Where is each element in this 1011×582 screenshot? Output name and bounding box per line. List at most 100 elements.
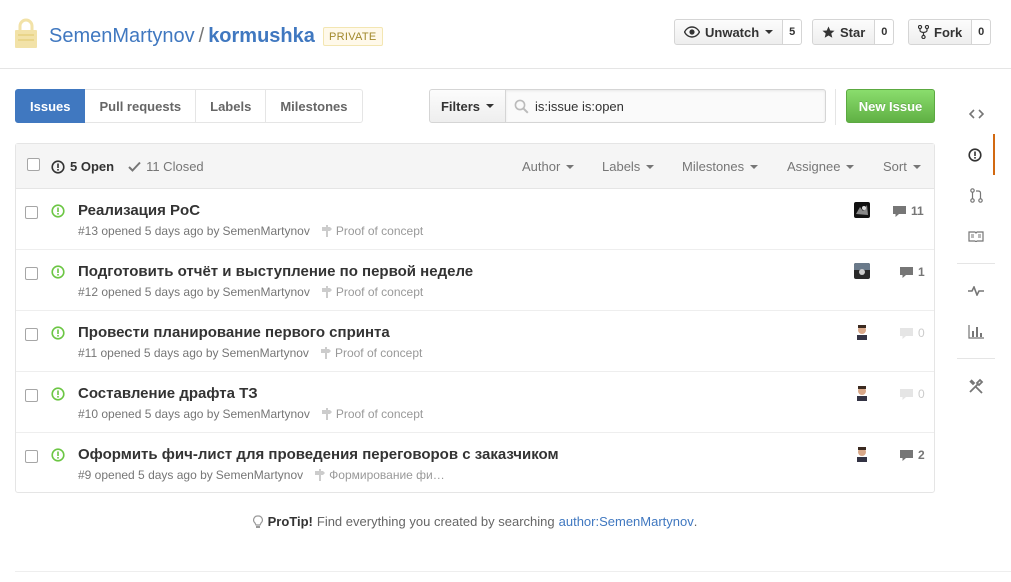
issue-opened-icon xyxy=(51,265,65,279)
eye-icon xyxy=(684,26,700,38)
issue-meta: #9 opened 5 days ago by SemenMartynov Фо… xyxy=(78,468,445,482)
unwatch-button[interactable]: Unwatch xyxy=(674,19,784,45)
issue-checkbox[interactable] xyxy=(25,328,38,341)
labels-filter[interactable]: Labels xyxy=(602,159,655,174)
graph-icon xyxy=(968,324,984,339)
sidenav-wiki[interactable] xyxy=(957,216,995,257)
issue-milestone-link[interactable]: Proof of concept xyxy=(321,407,424,421)
issue-checkbox[interactable] xyxy=(25,206,38,219)
issue-checkbox[interactable] xyxy=(25,267,38,280)
filters-button[interactable]: Filters xyxy=(429,89,506,123)
light-bulb-icon xyxy=(252,514,263,528)
repo-name-link[interactable]: kormushka xyxy=(208,25,315,47)
issue-opened-info: #13 opened 5 days ago by xyxy=(78,224,220,238)
sidenav-pull-requests[interactable] xyxy=(957,175,995,216)
repo-separator: / xyxy=(198,25,205,47)
issue-author-link[interactable]: SemenMartynov xyxy=(222,407,309,421)
repo-owner-link[interactable]: SemenMartynov xyxy=(49,25,195,47)
issue-title-link[interactable]: Реализация PoC xyxy=(78,202,200,219)
issue-opened-icon xyxy=(51,326,65,340)
sort-filter-label: Sort xyxy=(883,159,907,174)
author-filter[interactable]: Author xyxy=(522,159,575,174)
assignee-filter-label: Assignee xyxy=(787,159,841,174)
fork-count[interactable]: 0 xyxy=(972,19,992,45)
fork-icon xyxy=(918,25,929,39)
assignee-avatar[interactable] xyxy=(854,263,870,279)
star-group: Star 0 xyxy=(812,19,895,45)
sidenav-code[interactable] xyxy=(957,93,995,134)
sidenav-issues[interactable] xyxy=(957,134,995,175)
chevron-down-icon xyxy=(486,104,494,108)
issue-meta: #12 opened 5 days ago by SemenMartynov P… xyxy=(78,285,423,299)
comments-link[interactable]: 0 xyxy=(899,326,925,340)
issue-row: Оформить фич-лист для проведения перегов… xyxy=(16,433,934,494)
issue-title-link[interactable]: Подготовить отчёт и выступление по перво… xyxy=(78,263,473,280)
issue-milestone-label: Proof of concept xyxy=(335,407,424,421)
assignee-avatar[interactable] xyxy=(854,385,870,401)
assignee-avatar[interactable] xyxy=(854,324,870,340)
repo-sidenav xyxy=(957,93,995,406)
open-count-label: 5 Open xyxy=(70,159,115,174)
toolbar-divider xyxy=(835,89,836,125)
issue-checkbox[interactable] xyxy=(25,450,38,463)
issue-checkbox[interactable] xyxy=(25,389,38,402)
private-badge: PRIVATE xyxy=(323,27,383,46)
issue-opened-info: #12 opened 5 days ago by xyxy=(78,285,220,299)
assignee-filter[interactable]: Assignee xyxy=(787,159,855,174)
select-all-checkbox[interactable] xyxy=(27,158,40,171)
issue-meta: #10 opened 5 days ago by SemenMartynov P… xyxy=(78,407,423,421)
issue-search-input[interactable] xyxy=(535,90,820,122)
issue-author-link[interactable]: SemenMartynov xyxy=(222,346,309,360)
watch-count[interactable]: 5 xyxy=(783,19,803,45)
issues-table-header: 5 Open 11 Closed Author Labels Milestone… xyxy=(16,144,934,189)
comments-link[interactable]: 2 xyxy=(899,448,925,462)
star-icon xyxy=(822,25,835,38)
open-issues-link[interactable]: 5 Open xyxy=(51,159,114,174)
comment-count: 11 xyxy=(911,204,924,218)
protip-search-link[interactable]: author:SemenMartynov xyxy=(559,514,694,529)
star-button[interactable]: Star xyxy=(812,19,876,45)
comment-count: 0 xyxy=(918,326,925,340)
sidenav-graphs[interactable] xyxy=(957,311,995,352)
assignee-avatar[interactable] xyxy=(854,446,870,462)
comments-link[interactable]: 11 xyxy=(892,204,924,218)
star-count[interactable]: 0 xyxy=(875,19,895,45)
assignee-avatar[interactable] xyxy=(854,202,870,218)
subnav-issues[interactable]: Issues xyxy=(15,89,86,123)
issue-milestone-link[interactable]: Proof of concept xyxy=(321,224,423,238)
comment-icon xyxy=(900,266,913,278)
fork-button[interactable]: Fork xyxy=(908,19,973,45)
issue-title-link[interactable]: Составление драфта ТЗ xyxy=(78,385,258,402)
issue-row: Реализация PoC #13 opened 5 days ago by … xyxy=(16,189,934,250)
chevron-down-icon xyxy=(765,30,774,34)
milestone-icon xyxy=(320,347,331,359)
issue-milestone-link[interactable]: Proof of concept xyxy=(321,285,423,299)
issue-opened-info: #11 opened 5 days ago by xyxy=(78,346,219,360)
subnav-milestones[interactable]: Milestones xyxy=(266,89,363,123)
issue-milestone-label: Proof of concept xyxy=(334,346,423,360)
issue-title-link[interactable]: Провести планирование первого спринта xyxy=(78,324,390,341)
watch-group: Unwatch 5 xyxy=(674,19,803,45)
issue-author-link[interactable]: SemenMartynov xyxy=(216,468,303,482)
closed-issues-link[interactable]: 11 Closed xyxy=(128,159,204,174)
issue-milestone-link[interactable]: Proof of concept xyxy=(320,346,423,360)
comments-link[interactable]: 1 xyxy=(899,265,925,279)
issue-author-link[interactable]: SemenMartynov xyxy=(222,285,309,299)
protip-text: Find everything you created by searching xyxy=(316,514,555,529)
issues-subnav: Issues Pull requests Labels Milestones xyxy=(15,89,363,123)
git-pull-request-icon xyxy=(969,188,983,203)
sort-filter[interactable]: Sort xyxy=(883,159,921,174)
issue-milestone-link[interactable]: Формирование фи… xyxy=(315,468,445,482)
issue-row: Составление драфта ТЗ #10 opened 5 days … xyxy=(16,372,934,433)
subnav-pull-requests[interactable]: Pull requests xyxy=(85,89,197,123)
issue-title-link[interactable]: Оформить фич-лист для проведения перегов… xyxy=(78,446,559,463)
subnav-labels[interactable]: Labels xyxy=(196,89,267,123)
sidenav-divider xyxy=(957,263,995,264)
issue-author-link[interactable]: SemenMartynov xyxy=(222,224,309,238)
issue-opened-icon xyxy=(51,387,65,401)
sidenav-pulse[interactable] xyxy=(957,270,995,311)
comments-link[interactable]: 0 xyxy=(899,387,925,401)
new-issue-button[interactable]: New Issue xyxy=(846,89,935,123)
sidenav-settings[interactable] xyxy=(957,365,995,406)
milestones-filter[interactable]: Milestones xyxy=(682,159,759,174)
